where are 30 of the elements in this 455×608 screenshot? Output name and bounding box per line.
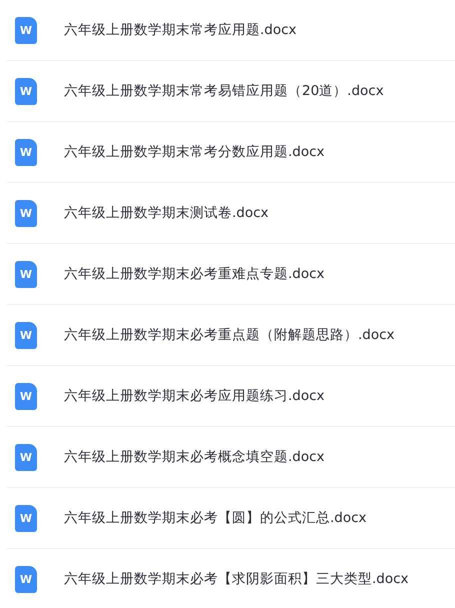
document-icon: W	[15, 138, 37, 166]
file-name: 六年级上册数学期末常考易错应用题（20道）.docx	[64, 82, 384, 100]
file-item[interactable]: W 六年级上册数学期末必考概念填空题.docx	[7, 427, 455, 488]
file-item[interactable]: W 六年级上册数学期末必考重点题（附解题思路）.docx	[7, 305, 455, 366]
file-name: 六年级上册数学期末必考重难点专题.docx	[64, 265, 325, 283]
file-item[interactable]: W 六年级上册数学期末常考易错应用题（20道）.docx	[7, 61, 455, 122]
file-item[interactable]: W 六年级上册数学期末常考分数应用题.docx	[7, 122, 455, 183]
file-item[interactable]: W 六年级上册数学期末必考【圆】的公式汇总.docx	[7, 488, 455, 549]
file-name: 六年级上册数学期末测试卷.docx	[64, 204, 269, 222]
file-item[interactable]: W 六年级上册数学期末必考重难点专题.docx	[7, 244, 455, 305]
file-item[interactable]: W 六年级上册数学期末常考应用题.docx	[7, 0, 455, 61]
file-name: 六年级上册数学期末常考分数应用题.docx	[64, 143, 325, 161]
file-item[interactable]: W 六年级上册数学期末必考【求阴影面积】三大类型.docx	[7, 549, 455, 608]
document-icon: W	[15, 16, 37, 44]
file-item[interactable]: W 六年级上册数学期末测试卷.docx	[7, 183, 455, 244]
file-name: 六年级上册数学期末必考概念填空题.docx	[64, 448, 325, 466]
document-icon: W	[15, 504, 37, 532]
document-icon: W	[15, 260, 37, 288]
document-icon: W	[15, 200, 37, 226]
document-icon: W	[15, 566, 37, 592]
document-icon: W	[15, 444, 37, 470]
file-name: 六年级上册数学期末必考重点题（附解题思路）.docx	[64, 326, 395, 344]
file-name: 六年级上册数学期末必考应用题练习.docx	[64, 387, 325, 405]
document-icon: W	[15, 78, 37, 104]
file-name: 六年级上册数学期末必考【求阴影面积】三大类型.docx	[64, 570, 409, 588]
file-name: 六年级上册数学期末必考【圆】的公式汇总.docx	[64, 509, 367, 527]
file-item[interactable]: W 六年级上册数学期末必考应用题练习.docx	[7, 366, 455, 427]
document-icon: W	[15, 382, 37, 410]
file-name: 六年级上册数学期末常考应用题.docx	[64, 21, 297, 39]
document-icon: W	[15, 322, 37, 348]
